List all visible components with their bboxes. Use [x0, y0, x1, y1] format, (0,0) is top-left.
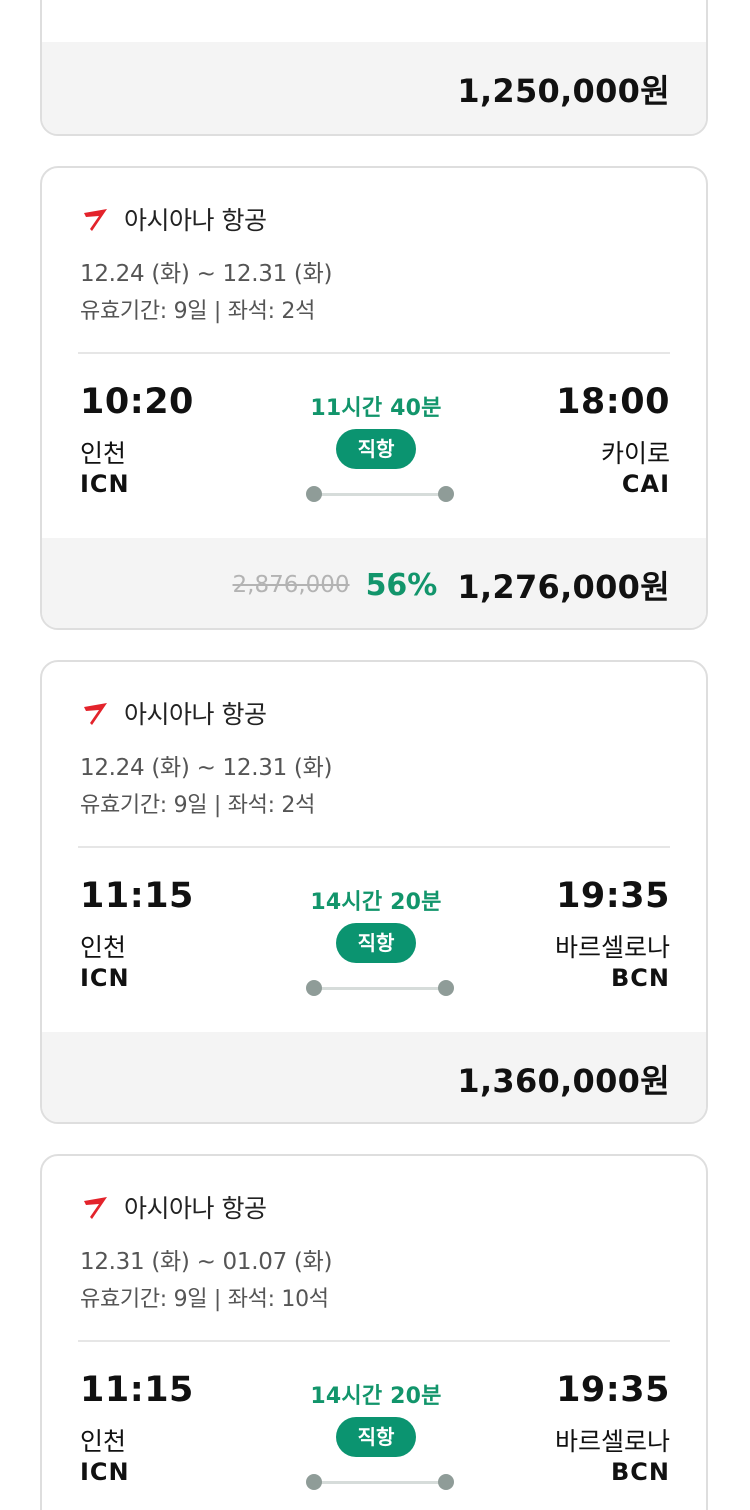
flight-duration: 14시간 20분	[310, 1384, 442, 1409]
discount-rate: 56%	[365, 567, 438, 603]
route-line	[306, 1472, 454, 1492]
price-row: 1,360,000원	[457, 1032, 670, 1122]
departure-code: ICN	[80, 964, 130, 992]
direct-badge: 직항	[336, 1417, 416, 1457]
destination-dot	[438, 1474, 454, 1490]
departure-time: 11:15	[80, 1370, 194, 1410]
arrival-code: BCN	[611, 964, 670, 992]
departure-city: 인천	[80, 1427, 127, 1456]
flight-card[interactable]: 아시아나 항공 12.24 (화) ~ 12.31 (화) 유효기간: 9일 |…	[40, 660, 708, 1124]
arrival-time: 19:35	[556, 876, 670, 916]
flight-duration: 14시간 20분	[310, 890, 442, 915]
flight-card[interactable]: 아시아나 항공 12.31 (화) ~ 01.07 (화) 유효기간: 9일 |…	[40, 1154, 708, 1510]
asiana-logo-icon	[84, 209, 107, 231]
origin-dot	[306, 1474, 322, 1490]
flight-duration: 11시간 40분	[310, 396, 442, 421]
flight-card[interactable]: 아시아나 항공 12.24 (화) ~ 12.31 (화) 유효기간: 9일 |…	[40, 166, 708, 630]
departure-code: ICN	[80, 470, 130, 498]
arrival-code: CAI	[621, 470, 670, 498]
origin-dot	[306, 486, 322, 502]
arrival-time: 18:00	[556, 382, 670, 422]
travel-dates: 12.24 (화) ~ 12.31 (화)	[80, 261, 333, 287]
origin-dot	[306, 980, 322, 996]
divider	[78, 352, 670, 354]
flight-list: 1,250,000원 아시아나 항공 12.24 (화) ~ 12.31 (화)…	[0, 0, 750, 1510]
arrival-code: BCN	[611, 1458, 670, 1486]
price-row: 2,876,000 56% 1,276,000원	[232, 538, 671, 628]
divider	[78, 1340, 670, 1342]
travel-dates: 12.31 (화) ~ 01.07 (화)	[80, 1249, 333, 1275]
price-row: 1,250,000원	[457, 42, 670, 134]
direct-badge: 직항	[336, 429, 416, 469]
departure-time: 11:15	[80, 876, 194, 916]
validity-seats: 유효기간: 9일 | 좌석: 2석	[80, 793, 316, 818]
price: 1,276,000원	[457, 568, 670, 606]
price: 1,250,000원	[457, 72, 670, 110]
route-line	[306, 978, 454, 998]
arrival-city: 바르셀로나	[554, 1427, 670, 1456]
destination-dot	[438, 980, 454, 996]
travel-dates: 12.24 (화) ~ 12.31 (화)	[80, 755, 333, 781]
route-track	[314, 987, 446, 990]
route-track	[314, 1481, 446, 1484]
asiana-logo-icon	[84, 703, 107, 725]
departure-time: 10:20	[80, 382, 194, 422]
airline-row: 아시아나 항공	[80, 1192, 267, 1223]
destination-dot	[438, 486, 454, 502]
departure-code: ICN	[80, 1458, 130, 1486]
arrival-city: 카이로	[600, 439, 670, 468]
price: 1,360,000원	[457, 1062, 670, 1100]
flight-card[interactable]: 1,250,000원	[40, 0, 708, 136]
route-line	[306, 484, 454, 504]
arrival-city: 바르셀로나	[554, 933, 670, 962]
divider	[78, 846, 670, 848]
airline-name: 아시아나 항공	[124, 700, 267, 729]
airline-name: 아시아나 항공	[124, 1194, 267, 1223]
asiana-logo-icon	[84, 1197, 107, 1219]
validity-seats: 유효기간: 9일 | 좌석: 10석	[80, 1287, 329, 1312]
airline-row: 아시아나 항공	[80, 698, 267, 729]
arrival-time: 19:35	[556, 1370, 670, 1410]
price-bar: 2,876,000 56% 1,276,000원	[42, 538, 706, 628]
price-bar: 1,360,000원	[42, 1032, 706, 1122]
departure-city: 인천	[80, 439, 127, 468]
price-bar: 1,250,000원	[42, 42, 706, 134]
route-track	[314, 493, 446, 496]
original-price: 2,876,000	[232, 572, 350, 598]
validity-seats: 유효기간: 9일 | 좌석: 2석	[80, 299, 316, 324]
direct-badge: 직항	[336, 923, 416, 963]
airline-name: 아시아나 항공	[124, 206, 267, 235]
airline-row: 아시아나 항공	[80, 204, 267, 235]
departure-city: 인천	[80, 933, 127, 962]
